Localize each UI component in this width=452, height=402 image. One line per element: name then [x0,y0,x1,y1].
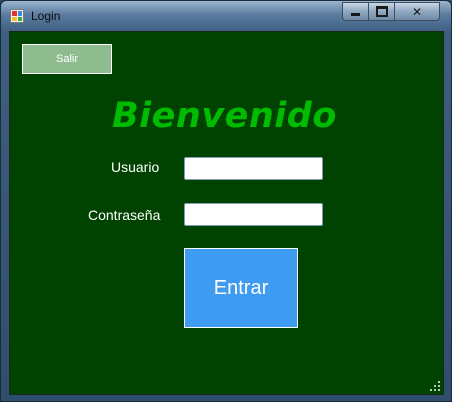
password-input[interactable] [184,203,323,226]
resize-grip-icon[interactable] [430,381,440,391]
close-button[interactable]: ✕ [394,2,440,21]
salir-button[interactable]: Salir [22,44,112,74]
app-icon [10,9,24,23]
form-panel: Salir Bienvenido Usuario Contraseña Entr… [9,31,444,395]
username-label: Usuario [111,159,160,175]
username-input[interactable] [184,157,323,180]
welcome-heading: Bienvenido [112,96,337,136]
close-icon: ✕ [411,4,423,19]
password-label: Contraseña [88,207,161,223]
maximize-icon [375,6,388,17]
window-title: Login [31,9,61,23]
title-bar[interactable]: Login ✕ [1,1,451,31]
minimize-icon [351,13,360,16]
minimize-button[interactable] [342,2,369,21]
login-window: Login ✕ Salir Bienvenido Usuario Contras… [0,0,452,402]
maximize-button[interactable] [368,2,395,21]
entrar-button[interactable]: Entrar [184,248,298,328]
